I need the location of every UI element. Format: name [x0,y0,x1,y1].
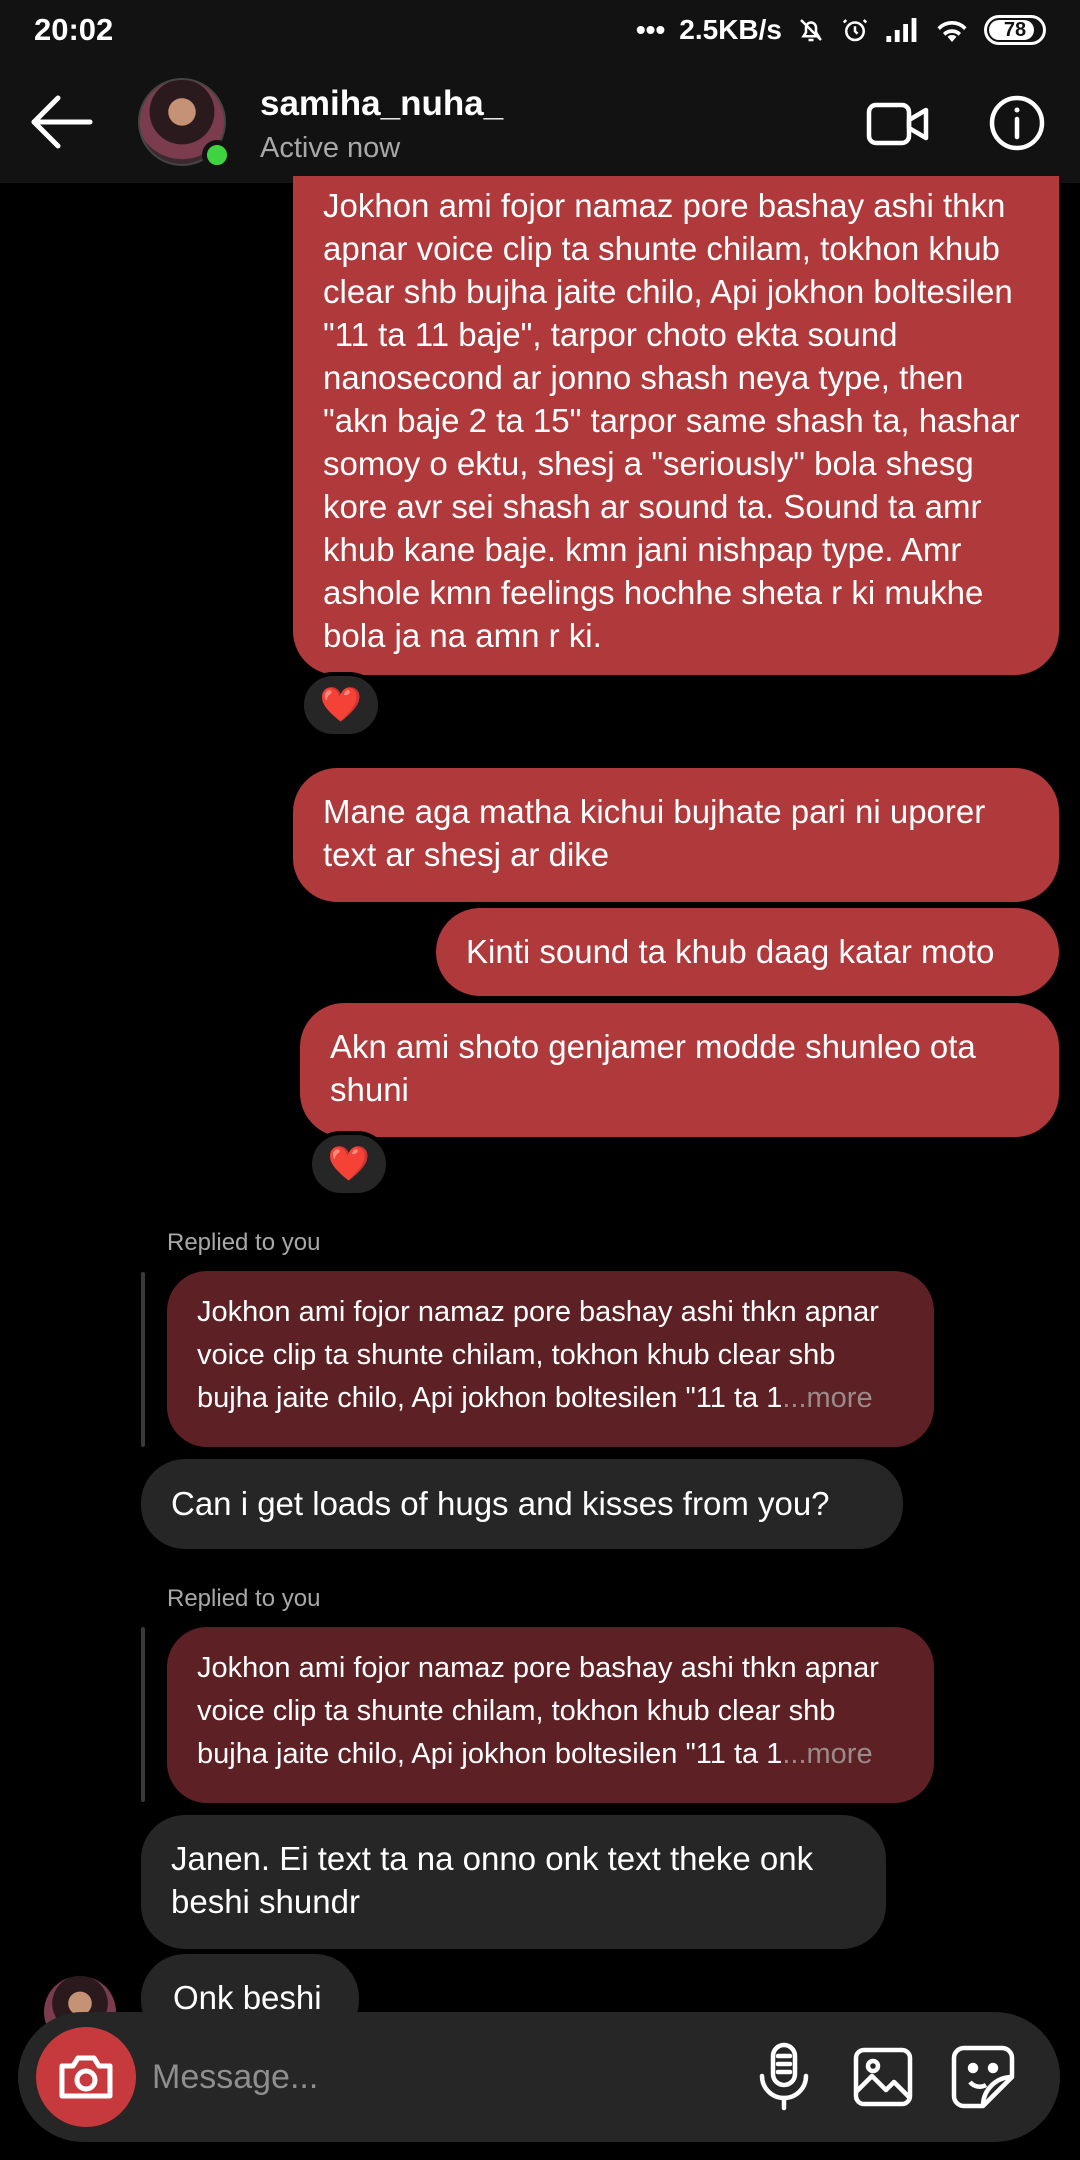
online-indicator [202,140,232,170]
gallery-icon[interactable] [852,2046,914,2108]
replied-to-you-label: Replied to you [167,1229,321,1256]
quoted-text: Jokhon ami fojor namaz pore bashay ashi … [197,1296,879,1414]
video-call-icon[interactable] [866,100,930,148]
battery-icon: 78 [984,15,1046,45]
reply-indicator-line [141,1272,145,1447]
sent-message[interactable]: Mane aga matha kichui bujhate pari ni up… [293,768,1059,902]
quoted-text: Jokhon ami fojor namaz pore bashay ashi … [197,1652,879,1770]
alarm-icon [842,19,868,42]
status-bar: 20:02 ••• 2.5KB/s 78 [0,0,1080,60]
camera-icon [59,2055,113,2099]
quoted-message[interactable]: Jokhon ami fojor namaz pore bashay ashi … [167,1271,934,1447]
message-input[interactable] [152,2052,672,2102]
more-link[interactable]: ...more [782,1382,872,1414]
sent-message[interactable]: Akn ami shoto genjamer modde shunleo ota… [300,1003,1059,1137]
sticker-icon[interactable] [950,2044,1016,2110]
back-arrow-icon[interactable] [28,92,94,152]
quoted-message[interactable]: Jokhon ami fojor namaz pore bashay ashi … [167,1627,934,1803]
heart-reaction[interactable]: ❤️ [308,1131,390,1197]
status-icons: ••• 2.5KB/s 78 [636,14,1046,46]
mute-bell-icon [800,19,822,42]
active-status: Active now [260,132,401,164]
reply-indicator-line [141,1627,145,1802]
sent-message[interactable]: Kinti sound ta khub daag katar moto [436,908,1059,996]
status-time: 20:02 [34,12,114,47]
received-message[interactable]: Can i get loads of hugs and kisses from … [141,1459,903,1549]
profile-avatar[interactable] [138,78,232,170]
info-icon[interactable] [988,94,1046,152]
chat-username[interactable]: samiha_nuha_ [260,84,503,124]
received-message[interactable]: Janen. Ei text ta na onno onk text theke… [141,1815,886,1949]
heart-icon: ❤️ [319,686,363,724]
signal-icon [886,18,917,42]
message-composer [18,2012,1060,2142]
network-speed: 2.5KB/s [679,14,782,45]
more-link[interactable]: ...more [782,1738,872,1770]
heart-reaction[interactable]: ❤️ [300,672,382,738]
replied-to-you-label: Replied to you [167,1585,321,1612]
heart-icon: ❤️ [327,1145,371,1183]
chat-header: samiha_nuha_ Active now [0,60,1080,183]
battery-level: 78 [1003,18,1027,41]
microphone-icon[interactable] [754,2042,814,2112]
more-dots-icon: ••• [635,14,666,45]
wifi-icon [937,20,967,42]
camera-button[interactable] [36,2027,136,2127]
sent-message[interactable]: Jokhon ami fojor namaz pore bashay ashi … [293,176,1059,675]
